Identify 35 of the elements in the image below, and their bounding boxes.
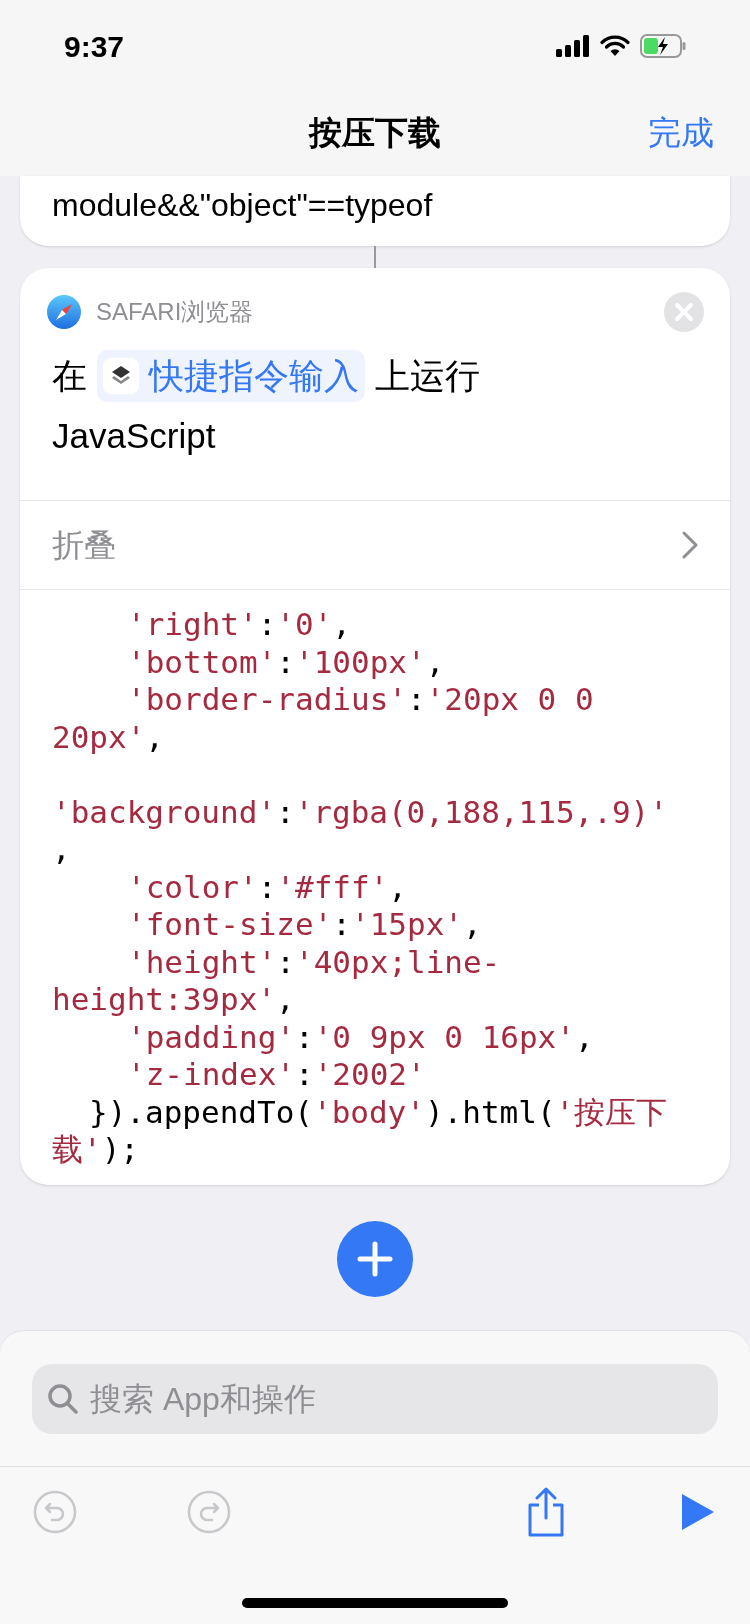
collapse-row[interactable]: 折叠 (20, 500, 730, 590)
app-label: SAFARI浏览器 (96, 297, 254, 327)
code-line: 'border-radius':'20px 0 0 (127, 681, 594, 719)
action-title: JavaScript (52, 415, 217, 457)
action-title: 上运行 (375, 354, 480, 397)
compass-icon (46, 294, 82, 330)
code-line: 'height':'40px;line- (127, 943, 501, 981)
action-title: 在 (52, 354, 87, 397)
code-line: 'font-size':'15px', (127, 906, 482, 944)
code-line: 'bottom':'100px', (127, 643, 445, 681)
card-text: module&&"object"==typeof (52, 186, 434, 224)
layers-icon (103, 358, 139, 394)
code-line: height:39px', (52, 981, 295, 1019)
wifi-icon (600, 35, 630, 57)
battery-charging-icon (640, 34, 686, 58)
done-button[interactable]: 完成 (648, 108, 714, 158)
signal-icon (556, 35, 590, 57)
code-line: 'z-index':'2002' (127, 1056, 426, 1094)
code-line: 载'); (52, 1131, 139, 1169)
nav-title: 按压下载 (309, 113, 441, 154)
chevron-icon[interactable] (682, 531, 698, 559)
code-line: 20px', (52, 718, 164, 756)
variable-token[interactable]: 快捷指令输入 (97, 350, 365, 402)
search-icon (46, 1382, 80, 1416)
status-time: 9:37 (64, 28, 125, 65)
code-line: 'right':'0', (127, 606, 351, 644)
code-line: 'background':'rgba(0,188,115,.9)' (52, 793, 668, 831)
share-icon[interactable] (526, 1486, 566, 1537)
code-line: 'padding':'0 9px 0 16px', (127, 1018, 594, 1056)
code-line: 'color':'#fff', (127, 868, 407, 906)
add-button[interactable] (337, 1221, 413, 1297)
code-line: , (52, 831, 71, 869)
code-line: }).appendTo('body').html('按压下 (89, 1093, 668, 1131)
search-field[interactable]: 搜索 App和操作 (32, 1364, 718, 1434)
play-icon[interactable] (681, 1492, 715, 1531)
